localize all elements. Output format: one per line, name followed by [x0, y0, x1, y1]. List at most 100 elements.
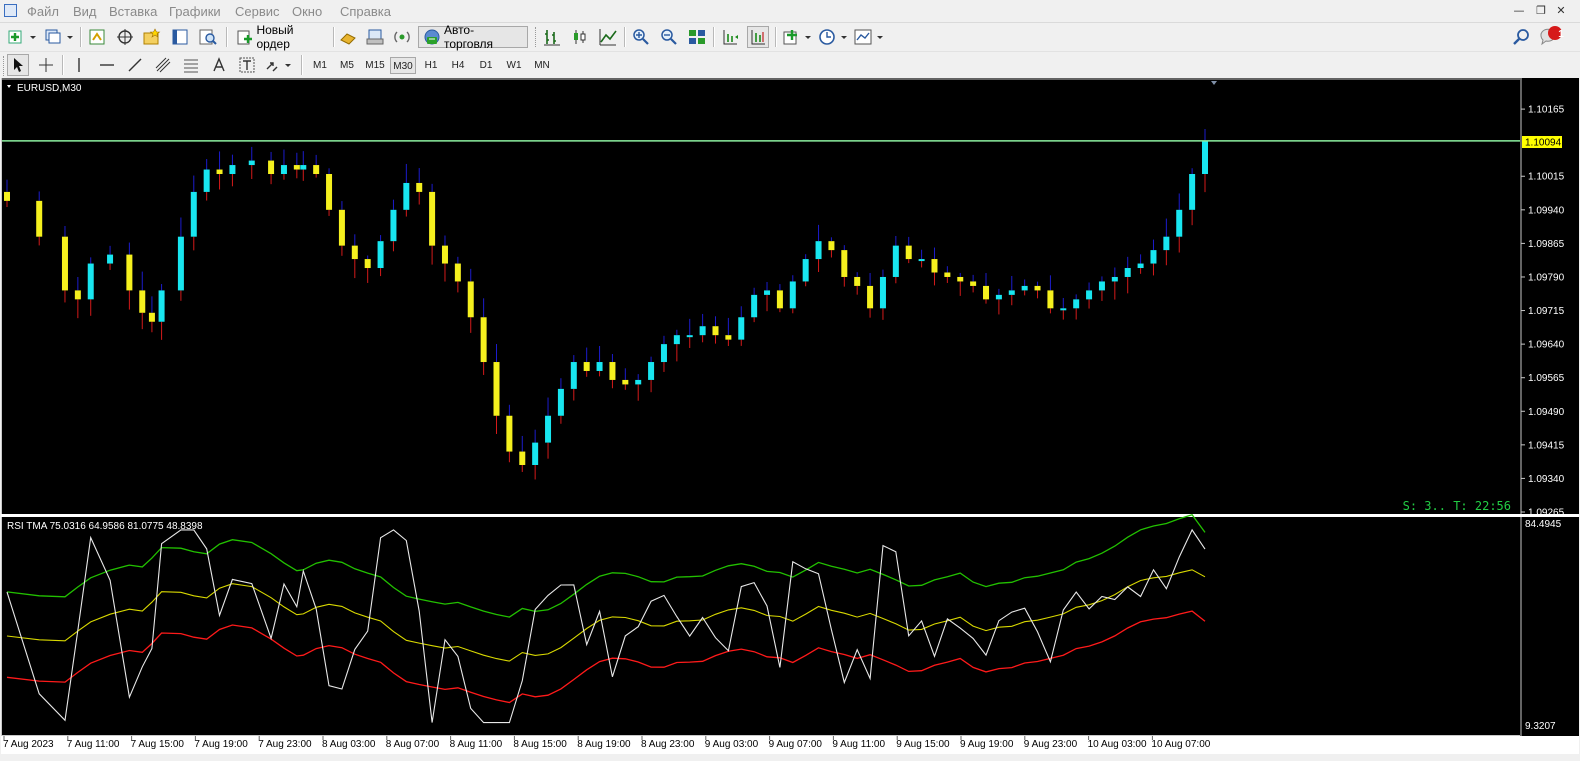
- bear-candle: [931, 259, 938, 273]
- timeframe-w1[interactable]: W1: [501, 57, 527, 74]
- bar-chart-icon: [544, 30, 560, 46]
- main-pane[interactable]: [1, 78, 1521, 514]
- notifications-button[interactable]: 1: [1538, 26, 1564, 48]
- horizontal-line-icon: [100, 64, 114, 66]
- crosshair-button[interactable]: [35, 54, 57, 76]
- app-icon[interactable]: [4, 4, 17, 17]
- timeframe-mn[interactable]: MN: [529, 57, 555, 74]
- bear-candle: [139, 290, 146, 313]
- fibonacci-button[interactable]: [180, 54, 202, 76]
- restore-icon[interactable]: ❐: [1533, 3, 1549, 19]
- candlestick-button[interactable]: [569, 26, 591, 48]
- equidistant-channel-button[interactable]: [152, 54, 174, 76]
- gold-bars-icon: [340, 33, 356, 45]
- data-window-button[interactable]: [114, 26, 136, 48]
- timeframe-h1[interactable]: H1: [418, 57, 444, 74]
- trendline-icon: [128, 58, 142, 72]
- strategy-tester-button[interactable]: [197, 26, 219, 48]
- indicator-label: RSI TMA 75.0316 64.9586 81.0775 48.8398: [7, 521, 203, 532]
- cursor-button[interactable]: [7, 54, 29, 76]
- minimize-icon[interactable]: —: [1511, 3, 1527, 19]
- gold-button[interactable]: [337, 26, 359, 48]
- bull-candle: [87, 263, 94, 300]
- time-tick-label: 8 Aug 19:00: [577, 739, 631, 750]
- crosshair-target-icon: [117, 29, 133, 45]
- bear-candle: [854, 276, 861, 286]
- bear-candle: [506, 415, 513, 452]
- text-label-button[interactable]: [236, 54, 258, 76]
- menu-insert[interactable]: Вставка: [109, 4, 157, 19]
- close-icon[interactable]: ✕: [1553, 3, 1569, 19]
- profiles-icon: [45, 29, 73, 44]
- zoom-out-button[interactable]: [658, 26, 680, 48]
- bear-candle: [441, 245, 448, 264]
- line-chart-button[interactable]: [597, 26, 619, 48]
- terminal-button[interactable]: [169, 26, 191, 48]
- signals-button[interactable]: [364, 26, 386, 48]
- timeframe-m15[interactable]: M15: [362, 57, 388, 74]
- price-chart-canvas[interactable]: 1.10165 1.10015 1.09940 1.09865 1.09790 1.097…: [1, 78, 1579, 754]
- menu-bar: Файл Вид Вставка Графики Сервис Окно Спр…: [0, 0, 1580, 22]
- symbol-label: EURUSD,M30: [17, 83, 82, 94]
- bull-candle: [995, 294, 1002, 300]
- price-tick-label: 1.10015: [1528, 172, 1565, 183]
- arrows-button[interactable]: [264, 54, 294, 76]
- price-tick-label: 1.09565: [1528, 373, 1565, 384]
- profiles-button[interactable]: [43, 26, 75, 48]
- signals-people-icon: [366, 29, 384, 45]
- bull-candle: [177, 236, 184, 291]
- zoom-in-button[interactable]: [630, 26, 652, 48]
- bear-candle: [216, 169, 223, 175]
- menu-view[interactable]: Вид: [73, 4, 97, 19]
- indicator-axis: [1521, 517, 1579, 736]
- timeframe-h4[interactable]: H4: [445, 57, 471, 74]
- new-chart-button[interactable]: [6, 26, 38, 48]
- timeframe-d1[interactable]: D1: [473, 57, 499, 74]
- indicators-button[interactable]: [781, 26, 813, 48]
- bear-candle: [293, 165, 300, 170]
- bull-candle: [1098, 281, 1105, 291]
- periods-button[interactable]: [817, 26, 849, 48]
- bear-candle: [313, 165, 320, 175]
- bear-candle: [454, 263, 461, 282]
- bull-candle: [1060, 308, 1067, 311]
- menu-tools[interactable]: Сервис: [235, 4, 280, 19]
- bear-candle: [36, 200, 43, 237]
- menu-help[interactable]: Справка: [340, 4, 391, 19]
- radio-button[interactable]: [391, 26, 413, 48]
- autotrading-button[interactable]: Авто-торговля: [418, 23, 528, 51]
- time-tick-label: 9 Aug 23:00: [1024, 739, 1078, 750]
- navigator-button[interactable]: [141, 26, 163, 48]
- timeframe-m5[interactable]: M5: [334, 57, 360, 74]
- bull-candle: [738, 317, 745, 340]
- bear-candle: [609, 362, 616, 380]
- chart-window[interactable]: 1.10165 1.10015 1.09940 1.09865 1.09790 1.097…: [1, 78, 1579, 754]
- bull-candle: [1189, 174, 1196, 210]
- bear-candle: [622, 379, 629, 385]
- bull-candle: [1021, 285, 1028, 291]
- timeframe-m1[interactable]: M1: [307, 57, 333, 74]
- menu-window[interactable]: Окно: [292, 4, 322, 19]
- bull-candle: [557, 388, 564, 416]
- chart-shift-button[interactable]: [719, 26, 741, 48]
- trendline-button[interactable]: [124, 54, 146, 76]
- horizontal-line-button[interactable]: [96, 54, 118, 76]
- market-watch-button[interactable]: [86, 26, 108, 48]
- new-order-button[interactable]: Новый ордер: [232, 23, 332, 51]
- price-tick-label: 1.09415: [1528, 440, 1565, 451]
- price-tick-label: 1.09340: [1528, 474, 1565, 485]
- menu-charts[interactable]: Графики: [169, 4, 221, 19]
- autoscroll-button[interactable]: [747, 26, 769, 48]
- search-button[interactable]: [1510, 26, 1532, 48]
- tile-windows-button[interactable]: [686, 26, 708, 48]
- templates-button[interactable]: [853, 26, 885, 48]
- menu-file[interactable]: Файл: [27, 4, 59, 19]
- crosshair-icon: [39, 58, 53, 72]
- bar-chart-button[interactable]: [541, 26, 563, 48]
- vertical-line-button[interactable]: [68, 54, 90, 76]
- bear-candle: [429, 191, 436, 246]
- bear-candle: [519, 451, 526, 465]
- text-button[interactable]: [208, 54, 230, 76]
- bull-candle: [1111, 276, 1118, 282]
- timeframe-m30[interactable]: M30: [390, 57, 416, 74]
